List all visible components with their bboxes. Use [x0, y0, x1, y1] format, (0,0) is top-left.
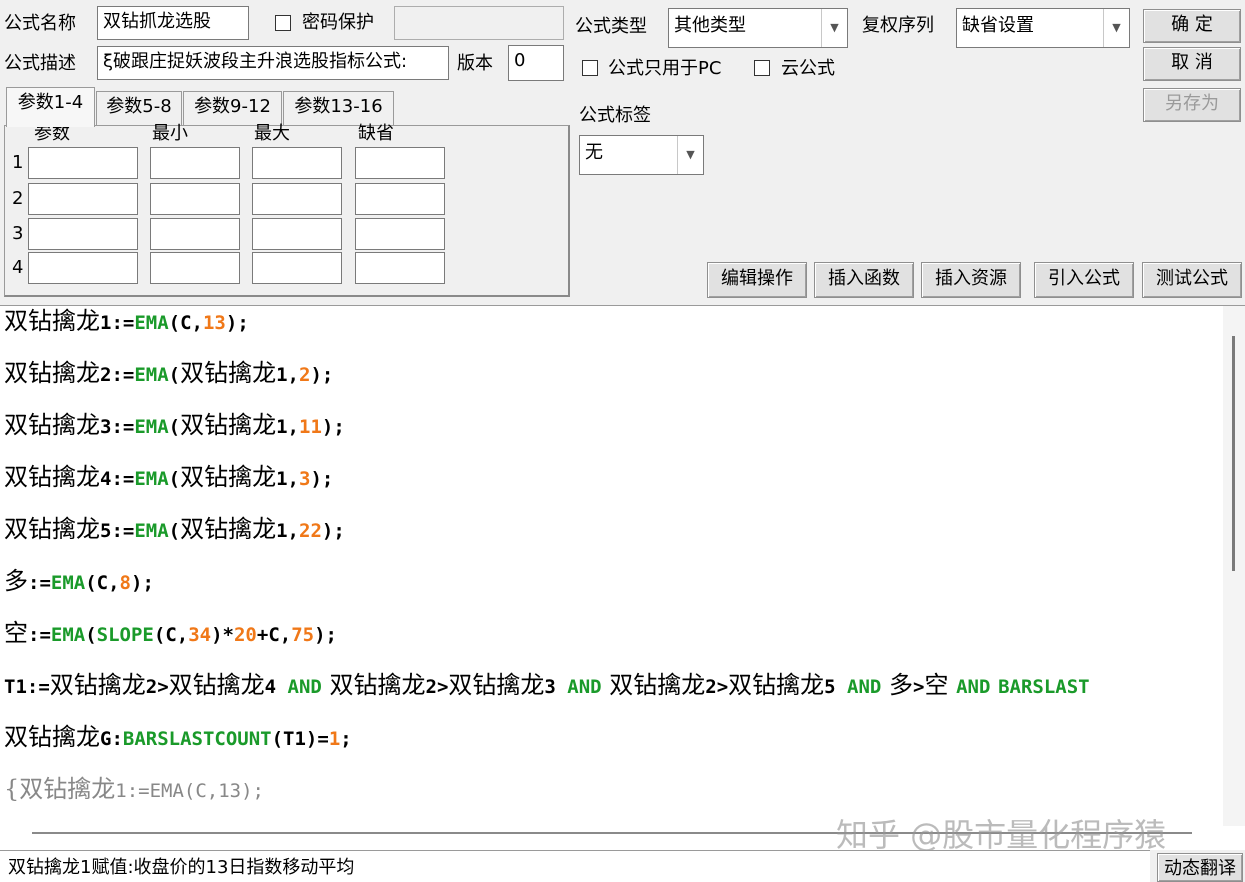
formula-type-select[interactable]: 其他类型 ▼: [668, 8, 848, 48]
version-label: 版本: [457, 53, 493, 74]
param-default-input[interactable]: [355, 147, 445, 179]
vertical-scrollbar[interactable]: [1223, 306, 1245, 826]
tab-params-5-8[interactable]: 参数5-8: [96, 91, 182, 125]
param-max-input[interactable]: [252, 147, 342, 179]
tab-params-13-16[interactable]: 参数13-16: [283, 91, 394, 125]
cancel-button[interactable]: 取 消: [1143, 47, 1241, 81]
formula-desc-input[interactable]: ξ破跟庄捉妖波段主升浪选股指标公式:: [97, 46, 449, 80]
dynamic-translate-button[interactable]: 动态翻译: [1157, 853, 1243, 882]
param-max-input[interactable]: [252, 183, 342, 215]
insert-function-button[interactable]: 插入函数: [814, 262, 914, 298]
tab-params-9-12[interactable]: 参数9-12: [183, 91, 282, 125]
rights-value: 缺省设置: [962, 15, 1034, 36]
ok-button[interactable]: 确 定: [1143, 9, 1241, 43]
import-formula-button[interactable]: 引入公式: [1034, 262, 1134, 298]
formula-name-input[interactable]: 双钻抓龙选股: [97, 6, 249, 40]
pc-only-checkbox[interactable]: [582, 60, 598, 76]
param-row-number: 1: [12, 152, 24, 173]
formula-name-label: 公式名称: [4, 13, 76, 34]
param-name-input[interactable]: [28, 147, 138, 179]
code-line: 多:=EMA(C,8);: [4, 567, 154, 595]
code-line: {双钻擒龙1:=EMA(C,13);: [4, 775, 264, 803]
insert-resource-button[interactable]: 插入资源: [921, 262, 1021, 298]
col-header-min: 最小: [152, 123, 188, 144]
status-bar: 双钻擒龙1赋值:收盘价的13日指数移动平均: [0, 850, 1150, 882]
param-name-input[interactable]: [28, 252, 138, 284]
formula-type-value: 其他类型: [674, 15, 746, 36]
param-default-input[interactable]: [355, 183, 445, 215]
pc-only-label: 公式只用于PC: [608, 58, 722, 79]
scrollbar-thumb[interactable]: [1232, 336, 1235, 571]
code-line: 双钻擒龙G:BARSLASTCOUNT(T1)=1;: [4, 723, 352, 751]
password-checkbox[interactable]: [275, 15, 291, 31]
formula-desc-label: 公式描述: [4, 53, 76, 74]
param-min-input[interactable]: [150, 218, 240, 250]
version-input[interactable]: 0: [508, 45, 564, 81]
cloud-label: 云公式: [781, 58, 835, 79]
test-formula-button[interactable]: 测试公式: [1142, 262, 1242, 298]
param-row-number: 4: [12, 257, 24, 278]
col-header-max: 最大: [254, 123, 290, 144]
code-line: 双钻擒龙5:=EMA(双钻擒龙1,22);: [4, 515, 345, 543]
code-editor[interactable]: 双钻擒龙1:=EMA(C,13); 双钻擒龙2:=EMA(双钻擒龙1,2); 双…: [0, 305, 1245, 850]
chevron-down-icon[interactable]: ▼: [1103, 9, 1129, 47]
param-max-input[interactable]: [252, 252, 342, 284]
formula-tag-label: 公式标签: [579, 105, 651, 126]
param-default-input[interactable]: [355, 252, 445, 284]
code-line: T1:=双钻擒龙2>双钻擒龙4 AND 双钻擒龙2>双钻擒龙3 AND 双钻擒龙…: [4, 671, 1090, 699]
param-min-input[interactable]: [150, 183, 240, 215]
formula-tag-value: 无: [585, 142, 603, 163]
password-input[interactable]: [394, 6, 564, 40]
code-line: 双钻擒龙1:=EMA(C,13);: [4, 307, 249, 335]
param-max-input[interactable]: [252, 218, 342, 250]
chevron-down-icon[interactable]: ▼: [821, 9, 847, 47]
param-row-number: 3: [12, 223, 24, 244]
formula-tag-select[interactable]: 无 ▼: [579, 135, 704, 175]
cloud-checkbox[interactable]: [754, 60, 770, 76]
formula-type-label: 公式类型: [575, 16, 647, 37]
password-label: 密码保护: [302, 12, 374, 33]
param-name-input[interactable]: [28, 218, 138, 250]
code-line: 双钻擒龙4:=EMA(双钻擒龙1,3);: [4, 463, 334, 491]
rights-select[interactable]: 缺省设置 ▼: [956, 8, 1130, 48]
save-as-button[interactable]: 另存为: [1143, 88, 1241, 122]
code-line: 双钻擒龙2:=EMA(双钻擒龙1,2);: [4, 359, 334, 387]
tab-params-1-4[interactable]: 参数1-4: [6, 87, 95, 127]
param-row-number: 2: [12, 188, 24, 209]
param-name-input[interactable]: [28, 183, 138, 215]
chevron-down-icon[interactable]: ▼: [677, 136, 703, 174]
code-line: 空:=EMA(SLOPE(C,34)*20+C,75);: [4, 619, 337, 647]
param-default-input[interactable]: [355, 218, 445, 250]
col-header-default: 缺省: [358, 123, 394, 144]
rights-label: 复权序列: [862, 15, 934, 36]
edit-ops-button[interactable]: 编辑操作: [707, 262, 807, 298]
param-min-input[interactable]: [150, 252, 240, 284]
param-min-input[interactable]: [150, 147, 240, 179]
code-line: 双钻擒龙3:=EMA(双钻擒龙1,11);: [4, 411, 345, 439]
